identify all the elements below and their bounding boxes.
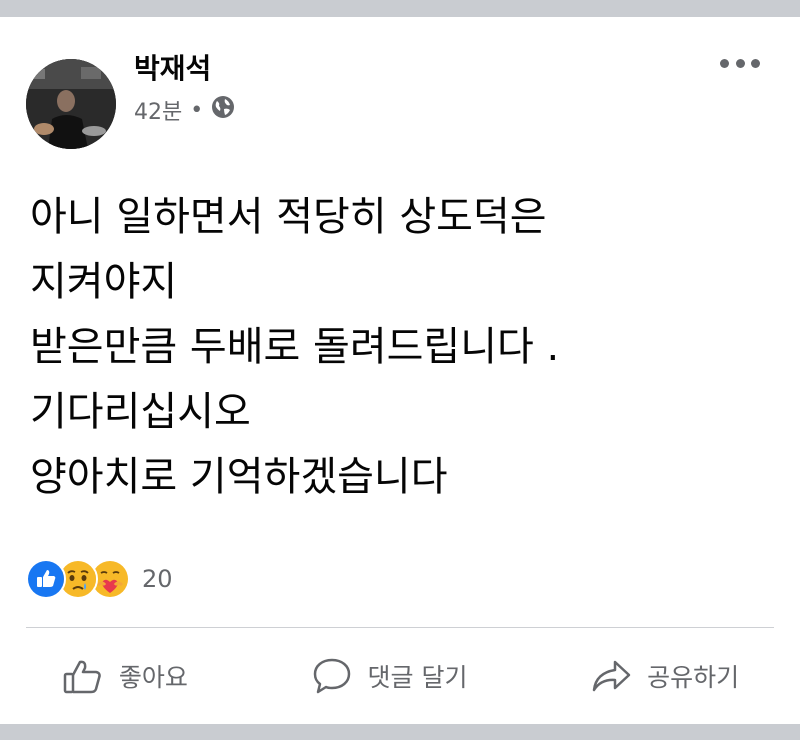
post-text-line: 양아치로 기억하겠습니다 (30, 454, 448, 500)
avatar[interactable] (26, 59, 116, 149)
like-icon (26, 559, 66, 599)
post-text-line: 지켜야지 (30, 259, 178, 305)
thumbs-up-icon (61, 654, 119, 698)
comment-label: 댓글 달기 (367, 663, 468, 692)
post-time[interactable]: 42분 (134, 94, 182, 126)
divider (26, 627, 774, 628)
meta-separator: • (190, 97, 204, 123)
post-text: 아니 일하면서 적당히 상도덕은 지켜야지 받은만큼 두배로 돌려드립니다 . … (30, 185, 770, 510)
post-text-line: 받은만큼 두배로 돌려드립니다 . (30, 324, 560, 370)
comment-icon (310, 654, 368, 698)
comment-button[interactable]: 댓글 달기 (310, 654, 468, 698)
dot-icon (735, 58, 745, 68)
more-options-button[interactable] (720, 57, 760, 69)
dot-icon (751, 58, 760, 68)
like-button[interactable]: 좋아요 (61, 654, 188, 698)
post-text-line: 기다리십시오 (30, 389, 251, 435)
author-name[interactable]: 박재석 (134, 47, 211, 87)
share-icon (589, 654, 647, 698)
post-text-line: 아니 일하면서 적당히 상도덕은 (30, 194, 547, 240)
dot-icon (720, 58, 729, 68)
share-label: 공유하기 (647, 663, 740, 692)
reaction-count: 20 (142, 565, 173, 593)
post-meta: 42분 • (134, 95, 235, 125)
globe-icon (211, 95, 235, 125)
post-card: 박재석 42분 • 아니 일하면서 적당히 상도덕은 지켜야지 받은만큼 두배로… (0, 17, 800, 724)
action-bar: 좋아요 댓글 달기 공유하기 (0, 642, 800, 710)
like-label: 좋아요 (118, 663, 188, 692)
reactions-summary[interactable]: 20 (26, 559, 173, 599)
share-button[interactable]: 공유하기 (589, 654, 739, 698)
